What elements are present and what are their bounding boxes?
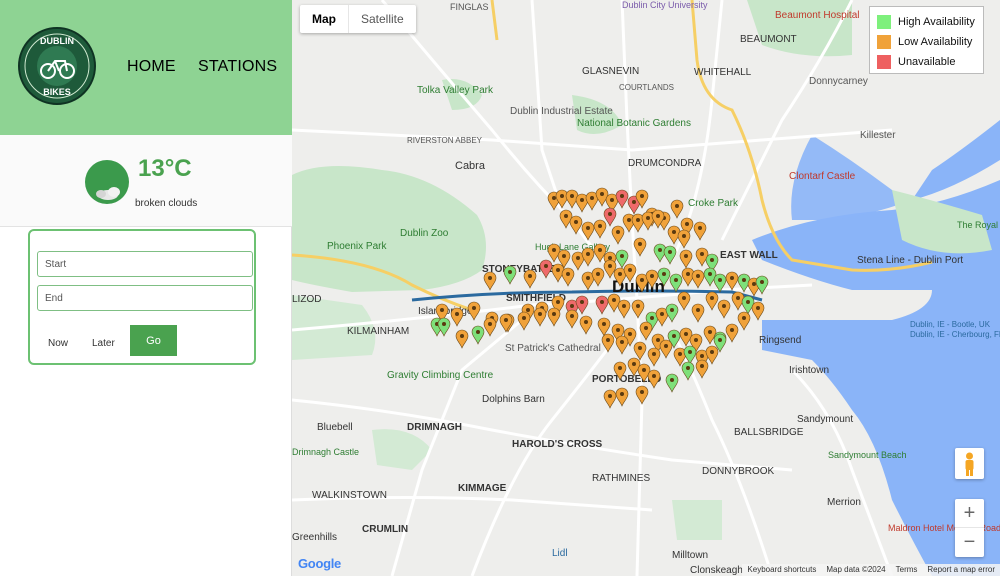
label-donnycarney: Donnycarney — [809, 76, 868, 87]
label-drimnagh: DRIMNAGH — [407, 422, 462, 433]
street-view-pegman-button[interactable] — [955, 448, 984, 479]
app-window: DUBLIN BIKES HOME STATIONS 13°C broken c… — [0, 0, 1000, 576]
label-ferry-bootle: Dublin, IE - Bootle, UK — [910, 320, 991, 329]
legend-label-low: Low Availability — [898, 36, 973, 48]
weather-temperature: 13°C — [138, 155, 192, 182]
zoom-control: + − — [955, 499, 984, 557]
nav-stations-link[interactable]: STATIONS — [198, 58, 277, 76]
legend-swatch-high — [877, 15, 891, 29]
label-whitehall: WHITEHALL — [694, 67, 752, 78]
logo-text-bottom: BIKES — [43, 87, 71, 97]
label-dublin-zoo: Dublin Zoo — [400, 228, 449, 239]
label-drumcondra: DRUMCONDRA — [628, 158, 702, 169]
label-croke-park: Croke Park — [688, 198, 739, 209]
label-national-botanic-gardens: National Botanic Gardens — [577, 118, 691, 129]
label-bluebell: Bluebell — [317, 422, 353, 433]
label-merrion: Merrion — [827, 497, 861, 508]
map-type-satellite-button[interactable]: Satellite — [349, 5, 416, 33]
now-button[interactable]: Now — [48, 338, 68, 349]
go-button[interactable]: Go — [130, 325, 177, 356]
nav-home-link[interactable]: HOME — [127, 58, 176, 76]
label-drimnagh-castle: Drimnagh Castle — [292, 447, 359, 457]
label-sandymount-beach: Sandymount Beach — [828, 450, 907, 460]
later-button[interactable]: Later — [92, 338, 115, 349]
availability-legend: High Availability Low Availability Unava… — [869, 6, 984, 74]
label-lizod: LIZOD — [292, 294, 321, 305]
label-greenhills: Greenhills — [292, 532, 337, 543]
map-type-control: Map Satellite — [300, 5, 416, 33]
legend-label-high: High Availability — [898, 16, 975, 28]
label-lidl: Lidl — [552, 548, 568, 559]
weather-panel: 13°C broken clouds — [0, 135, 292, 227]
label-rathmines: RATHMINES — [592, 473, 650, 484]
milltown-park-area — [672, 500, 722, 540]
pegman-icon — [965, 452, 974, 476]
label-the-royal: The Royal Dublin Golf C — [957, 220, 1000, 230]
label-finglas: FINGLAS — [450, 2, 489, 12]
label-crumlin: CRUMLIN — [362, 524, 408, 535]
journey-planner: Start End Now Later Go — [28, 229, 256, 365]
legend-row-unavailable: Unavailable — [877, 55, 955, 69]
label-glasnevin: GLASNEVIN — [582, 66, 639, 77]
sidebar: DUBLIN BIKES HOME STATIONS 13°C broken c… — [0, 0, 292, 576]
label-killester: Killester — [860, 130, 896, 141]
end-input[interactable]: End — [37, 285, 253, 311]
label-riverston-abbey: RIVERSTON ABBEY — [407, 136, 483, 145]
legend-label-unavailable: Unavailable — [898, 56, 956, 68]
label-walkinstown: WALKINSTOWN — [312, 490, 387, 501]
label-dolphins-barn: Dolphins Barn — [482, 394, 545, 405]
label-donnybrook: DONNYBROOK — [702, 466, 775, 477]
logo-text-top: DUBLIN — [40, 36, 74, 46]
label-courtlands: COURTLANDS — [619, 83, 674, 92]
label-milltown: Milltown — [672, 550, 708, 561]
zoom-out-button[interactable]: − — [955, 528, 984, 557]
label-ferry-cherbourg: Dublin, IE - Cherbourg, FR — [910, 330, 1000, 339]
report-error-link[interactable]: Report a map error — [922, 564, 1000, 576]
dublin-bikes-logo[interactable]: DUBLIN BIKES — [17, 26, 97, 106]
map-attribution: Keyboard shortcuts Map data ©2024 Terms … — [742, 564, 1000, 576]
label-beaumont-hospital: Beaumont Hospital — [775, 10, 860, 21]
map-type-map-button[interactable]: Map — [300, 5, 349, 33]
legend-swatch-low — [877, 35, 891, 49]
label-dcu: Dublin City University — [622, 0, 708, 10]
header: DUBLIN BIKES HOME STATIONS — [0, 0, 292, 135]
terms-link[interactable]: Terms — [891, 564, 923, 576]
keyboard-shortcuts-link[interactable]: Keyboard shortcuts — [742, 564, 821, 576]
label-east-wall: EAST WALL — [720, 250, 778, 261]
label-sandymount: Sandymount — [797, 414, 853, 425]
legend-row-low: Low Availability — [877, 35, 972, 49]
map-base: FINGLAS Dublin City University Beaumont … — [292, 0, 1000, 576]
label-cabra: Cabra — [455, 160, 486, 172]
map-data-text: Map data ©2024 — [826, 565, 886, 574]
legend-swatch-unavailable — [877, 55, 891, 69]
legend-row-high: High Availability — [877, 15, 975, 29]
label-irishtown: Irishtown — [789, 365, 829, 376]
label-kilmainham: KILMAINHAM — [347, 326, 409, 337]
broken-clouds-icon — [85, 160, 129, 204]
label-tolka-valley-park: Tolka Valley Park — [417, 85, 494, 96]
label-ringsend: Ringsend — [759, 335, 801, 346]
start-input[interactable]: Start — [37, 251, 253, 277]
label-st-patricks: St Patrick's Cathedral — [505, 343, 601, 354]
label-beaumont: BEAUMONT — [740, 34, 797, 45]
label-clonskeagh: Clonskeagh — [690, 565, 743, 576]
label-phoenix-park: Phoenix Park — [327, 241, 387, 252]
label-kimmage: KIMMAGE — [458, 483, 507, 494]
label-stena-line: Stena Line - Dublin Port — [857, 255, 963, 266]
zoom-in-button[interactable]: + — [955, 499, 984, 528]
map-canvas[interactable]: FINGLAS Dublin City University Beaumont … — [292, 0, 1000, 576]
label-dublin-industrial-estate: Dublin Industrial Estate — [510, 106, 613, 117]
google-logo[interactable]: Google — [298, 556, 341, 571]
label-harolds-cross: HAROLD'S CROSS — [512, 439, 602, 450]
label-gravity-climbing: Gravity Climbing Centre — [387, 370, 494, 381]
label-ballsbridge: BALLSBRIDGE — [734, 427, 804, 438]
weather-description: broken clouds — [135, 198, 198, 209]
label-clontarf-castle: Clontarf Castle — [789, 171, 856, 182]
